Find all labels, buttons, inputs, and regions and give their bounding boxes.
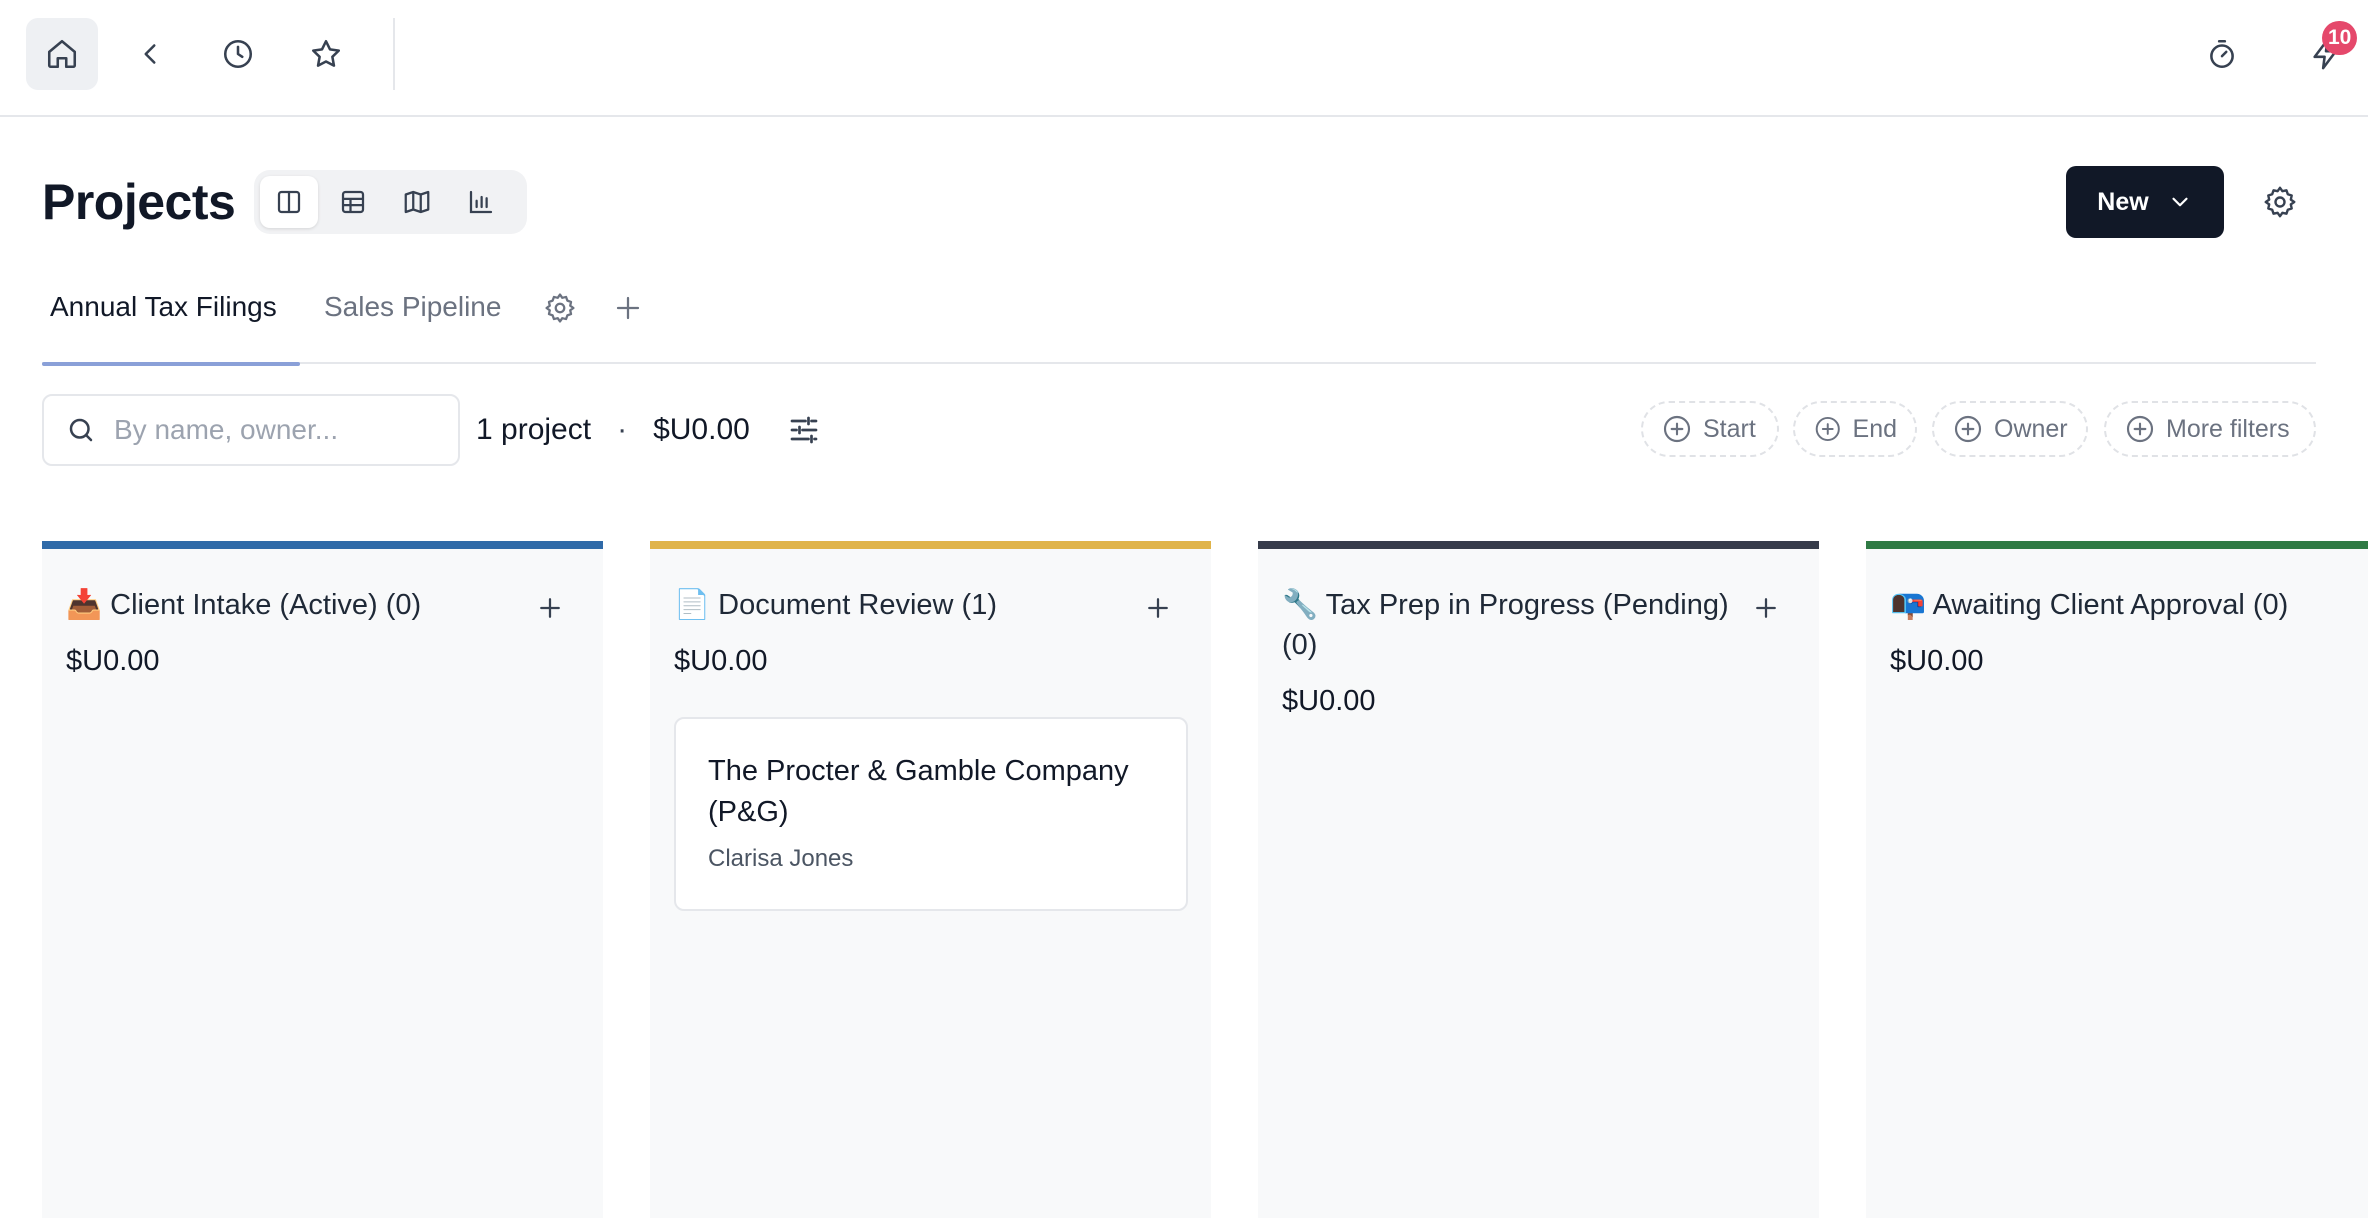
chart-view-button[interactable] — [452, 176, 510, 228]
column-color-bar — [42, 541, 603, 549]
tab-sales-pipeline[interactable]: Sales Pipeline — [324, 290, 501, 344]
settings-button[interactable] — [2258, 180, 2302, 224]
start-filter-label: Start — [1703, 414, 1756, 443]
toolbar-divider — [393, 18, 395, 90]
favorites-button[interactable] — [290, 18, 362, 90]
back-button[interactable] — [114, 18, 186, 90]
table-view-button[interactable] — [324, 176, 382, 228]
board-column-tax-prep: 🔧 Tax Prep in Progress (Pending) (0) $U0… — [1258, 541, 1819, 1218]
gear-icon — [545, 293, 575, 323]
home-button[interactable] — [26, 18, 98, 90]
pipeline-settings-button[interactable] — [540, 288, 580, 328]
owner-filter-label: Owner — [1994, 414, 2068, 443]
column-title: 📄 Document Review (1) — [674, 589, 997, 621]
map-icon — [404, 190, 430, 214]
board-column-client-intake: 📥 Client Intake (Active) (0) $U0.00 — [42, 541, 603, 1218]
start-filter-chip[interactable]: Start — [1641, 401, 1779, 457]
tab-annual-tax-filings[interactable]: Annual Tax Filings — [42, 290, 300, 366]
plus-circle-icon — [1815, 416, 1840, 442]
pipeline-tabs: Annual Tax Filings Sales Pipeline — [42, 272, 2316, 366]
board-view-button[interactable] — [260, 176, 318, 228]
plus-circle-icon — [1954, 415, 1982, 443]
more-filters-label: More filters — [2166, 414, 2290, 443]
add-project-button[interactable] — [533, 591, 567, 625]
notification-badge: 10 — [2322, 21, 2358, 55]
column-amount: $U0.00 — [1890, 645, 1984, 677]
end-filter-label: End — [1852, 414, 1897, 443]
board-column-document-review: 📄 Document Review (1) $U0.00 The Procter… — [650, 541, 1211, 1218]
column-amount: $U0.00 — [66, 645, 160, 677]
owner-filter-chip[interactable]: Owner — [1932, 401, 2088, 457]
plus-icon — [540, 598, 560, 618]
total-amount: $U0.00 — [653, 413, 750, 446]
add-pipeline-button[interactable] — [608, 288, 648, 328]
search-box — [42, 394, 460, 466]
view-switcher — [254, 170, 527, 234]
map-view-button[interactable] — [388, 176, 446, 228]
table-icon — [341, 190, 365, 214]
plus-icon — [1148, 598, 1168, 618]
star-icon — [311, 39, 341, 67]
bar-chart-icon — [469, 190, 493, 214]
board-column-awaiting-approval: 📭 Awaiting Client Approval (0) $U0.00 — [1866, 541, 2368, 1218]
columns-icon — [277, 190, 301, 214]
new-button-label: New — [2097, 187, 2149, 216]
home-icon — [47, 39, 77, 69]
plus-icon — [616, 296, 640, 320]
history-button[interactable] — [202, 18, 274, 90]
clock-icon — [223, 39, 253, 69]
stopwatch-icon — [2210, 39, 2234, 69]
column-color-bar — [1866, 541, 2368, 549]
project-count: 1 project — [476, 413, 592, 446]
project-card-owner: Clarisa Jones — [708, 845, 854, 872]
top-bar: 10 — [0, 0, 2368, 117]
plus-icon — [1756, 598, 1776, 618]
plus-circle-icon — [1663, 415, 1691, 443]
chevron-left-icon — [144, 44, 156, 64]
chevron-down-icon — [2172, 197, 2188, 207]
column-title: 📥 Client Intake (Active) (0) — [66, 589, 422, 621]
column-amount: $U0.00 — [674, 645, 768, 677]
search-icon — [69, 418, 93, 442]
more-filters-chip[interactable]: More filters — [2104, 401, 2316, 457]
column-amount: $U0.00 — [1282, 685, 1376, 717]
sliders-icon — [790, 416, 818, 444]
column-color-bar — [1258, 541, 1819, 549]
add-project-button[interactable] — [1141, 591, 1175, 625]
add-project-button[interactable] — [1749, 591, 1783, 625]
column-title: 🔧 Tax Prep in Progress (Pending) (0) — [1282, 589, 1729, 661]
column-color-bar — [650, 541, 1211, 549]
gear-icon — [2264, 186, 2296, 218]
new-button[interactable]: New — [2066, 166, 2224, 238]
column-title: 📭 Awaiting Client Approval (0) — [1890, 589, 2289, 621]
board-summary: 1 project · $U0.00 — [476, 410, 750, 450]
plus-circle-icon — [2126, 415, 2154, 443]
end-filter-chip[interactable]: End — [1793, 401, 1917, 457]
display-options-button[interactable] — [782, 408, 826, 452]
search-input[interactable] — [114, 414, 434, 446]
project-card-title: The Procter & Gamble Company (P&G) — [708, 755, 1129, 828]
project-card[interactable]: The Procter & Gamble Company (P&G) Clari… — [674, 717, 1188, 911]
timer-button[interactable] — [2186, 18, 2258, 90]
summary-separator: · — [617, 413, 628, 446]
page-title: Projects — [42, 174, 236, 230]
